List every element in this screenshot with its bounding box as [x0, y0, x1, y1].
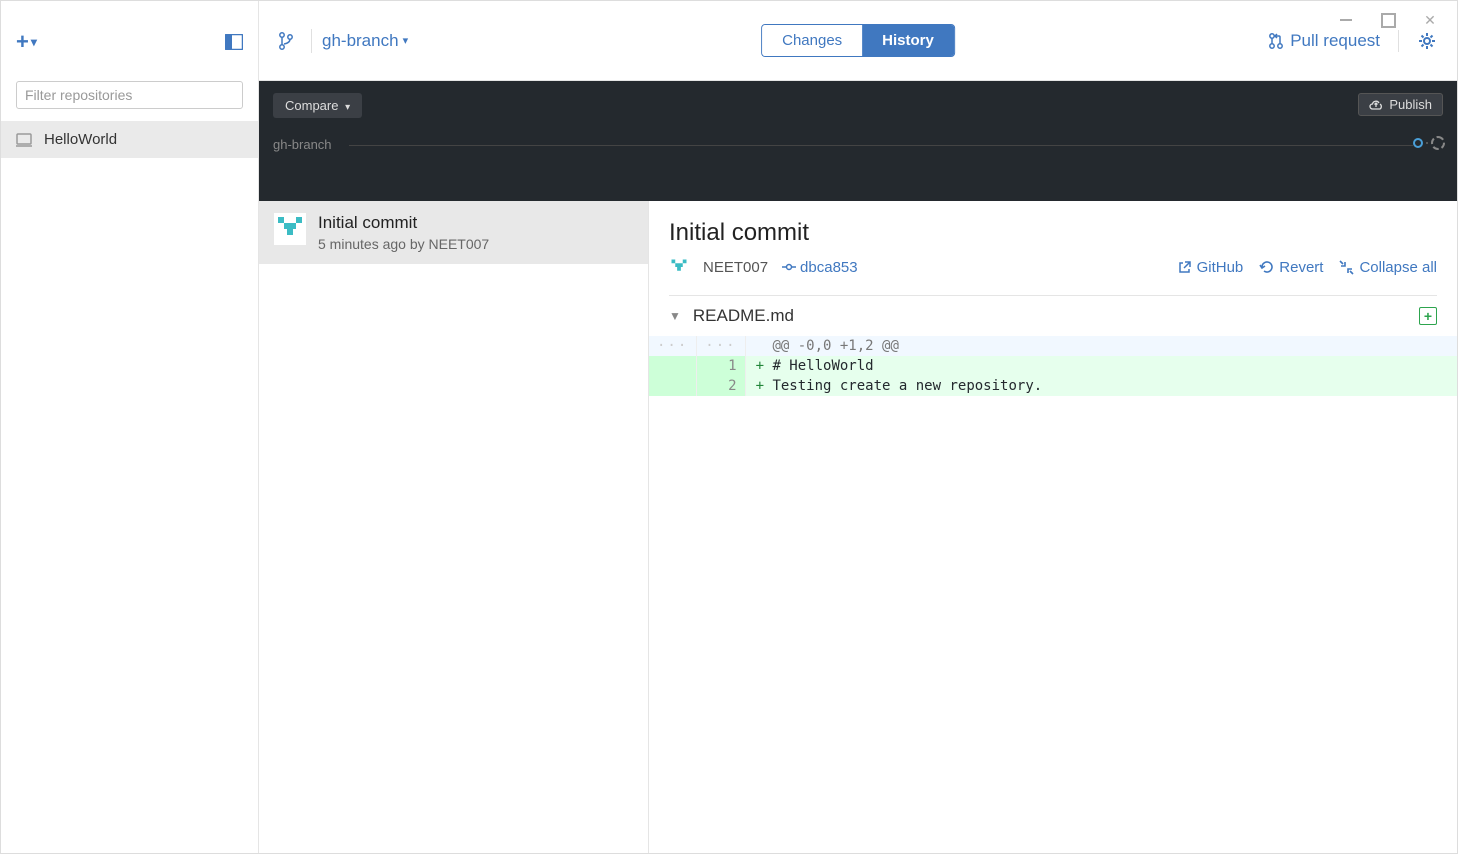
pull-request-button[interactable]: Pull request	[1268, 31, 1380, 51]
pending-node-icon	[1431, 136, 1445, 150]
diff-view: ··· ··· @@ -0,0 +1,2 @@ 1 + # HelloWorld…	[649, 336, 1457, 396]
commit-detail: Initial commit NEET007 dbca853	[649, 201, 1457, 853]
avatar	[669, 257, 689, 277]
graph-branch-label: gh-branch	[273, 137, 332, 152]
toggle-sidebar-button[interactable]	[225, 34, 243, 50]
filter-repositories-input[interactable]	[16, 81, 243, 109]
file-added-icon: +	[1419, 307, 1437, 325]
diff-line-added: 1 + # HelloWorld	[649, 356, 1457, 376]
cloud-upload-icon	[1369, 99, 1383, 110]
collapse-all-button[interactable]: Collapse all	[1339, 259, 1437, 276]
chevron-down-icon: ▼	[669, 309, 681, 323]
commit-list: Initial commit 5 minutes ago by NEET007	[259, 201, 649, 853]
git-pull-request-icon	[1268, 32, 1284, 50]
revert-icon	[1259, 260, 1274, 275]
github-link[interactable]: GitHub	[1177, 259, 1244, 276]
repo-icon	[16, 133, 32, 147]
commit-sha-link[interactable]: dbca853	[782, 259, 858, 276]
avatar	[274, 213, 306, 245]
chevron-down-icon: ▾	[345, 102, 350, 113]
sidebar: + ▾ HelloWorld	[1, 1, 259, 853]
pull-request-label: Pull request	[1290, 31, 1380, 51]
branch-name: gh-branch	[322, 31, 399, 51]
graph-commit-nodes[interactable]	[1413, 136, 1445, 150]
branch-selector[interactable]: gh-branch ▾	[279, 29, 408, 53]
topbar: gh-branch ▾ Changes History Pull request	[259, 1, 1457, 81]
collapse-icon	[1339, 260, 1354, 275]
commit-list-item[interactable]: Initial commit 5 minutes ago by NEET007	[259, 201, 648, 264]
chevron-down-icon: ▾	[403, 34, 409, 47]
git-branch-icon	[279, 32, 293, 50]
commit-title: Initial commit	[318, 213, 489, 233]
add-repository-button[interactable]: + ▾	[16, 29, 37, 55]
separator	[311, 29, 312, 53]
plus-icon: +	[16, 29, 29, 55]
separator	[1398, 30, 1399, 52]
file-name: README.md	[693, 306, 794, 326]
settings-button[interactable]	[1417, 31, 1437, 51]
commit-meta: 5 minutes ago by NEET007	[318, 236, 489, 252]
detail-author: NEET007	[703, 259, 768, 276]
commit-node-icon	[1413, 138, 1423, 148]
graph-line	[349, 145, 1413, 146]
commit-icon	[782, 262, 796, 272]
history-graph-bar: Compare ▾ Publish gh-branch	[259, 81, 1457, 201]
tab-changes[interactable]: Changes	[762, 25, 862, 56]
repository-item-helloworld[interactable]: HelloWorld	[1, 121, 258, 158]
tab-history[interactable]: History	[862, 25, 954, 56]
view-tabs: Changes History	[761, 24, 955, 57]
diff-hunk-header: ··· ··· @@ -0,0 +1,2 @@	[649, 336, 1457, 356]
file-header[interactable]: ▼ README.md +	[669, 295, 1437, 336]
diff-line-added: 2 + Testing create a new repository.	[649, 376, 1457, 396]
compare-button[interactable]: Compare ▾	[273, 93, 362, 118]
gear-icon	[1417, 31, 1437, 51]
chevron-down-icon: ▾	[31, 35, 37, 49]
revert-button[interactable]: Revert	[1259, 259, 1323, 276]
repository-name: HelloWorld	[44, 131, 117, 148]
external-link-icon	[1177, 260, 1192, 275]
publish-button[interactable]: Publish	[1358, 93, 1443, 116]
detail-title: Initial commit	[669, 219, 1437, 247]
